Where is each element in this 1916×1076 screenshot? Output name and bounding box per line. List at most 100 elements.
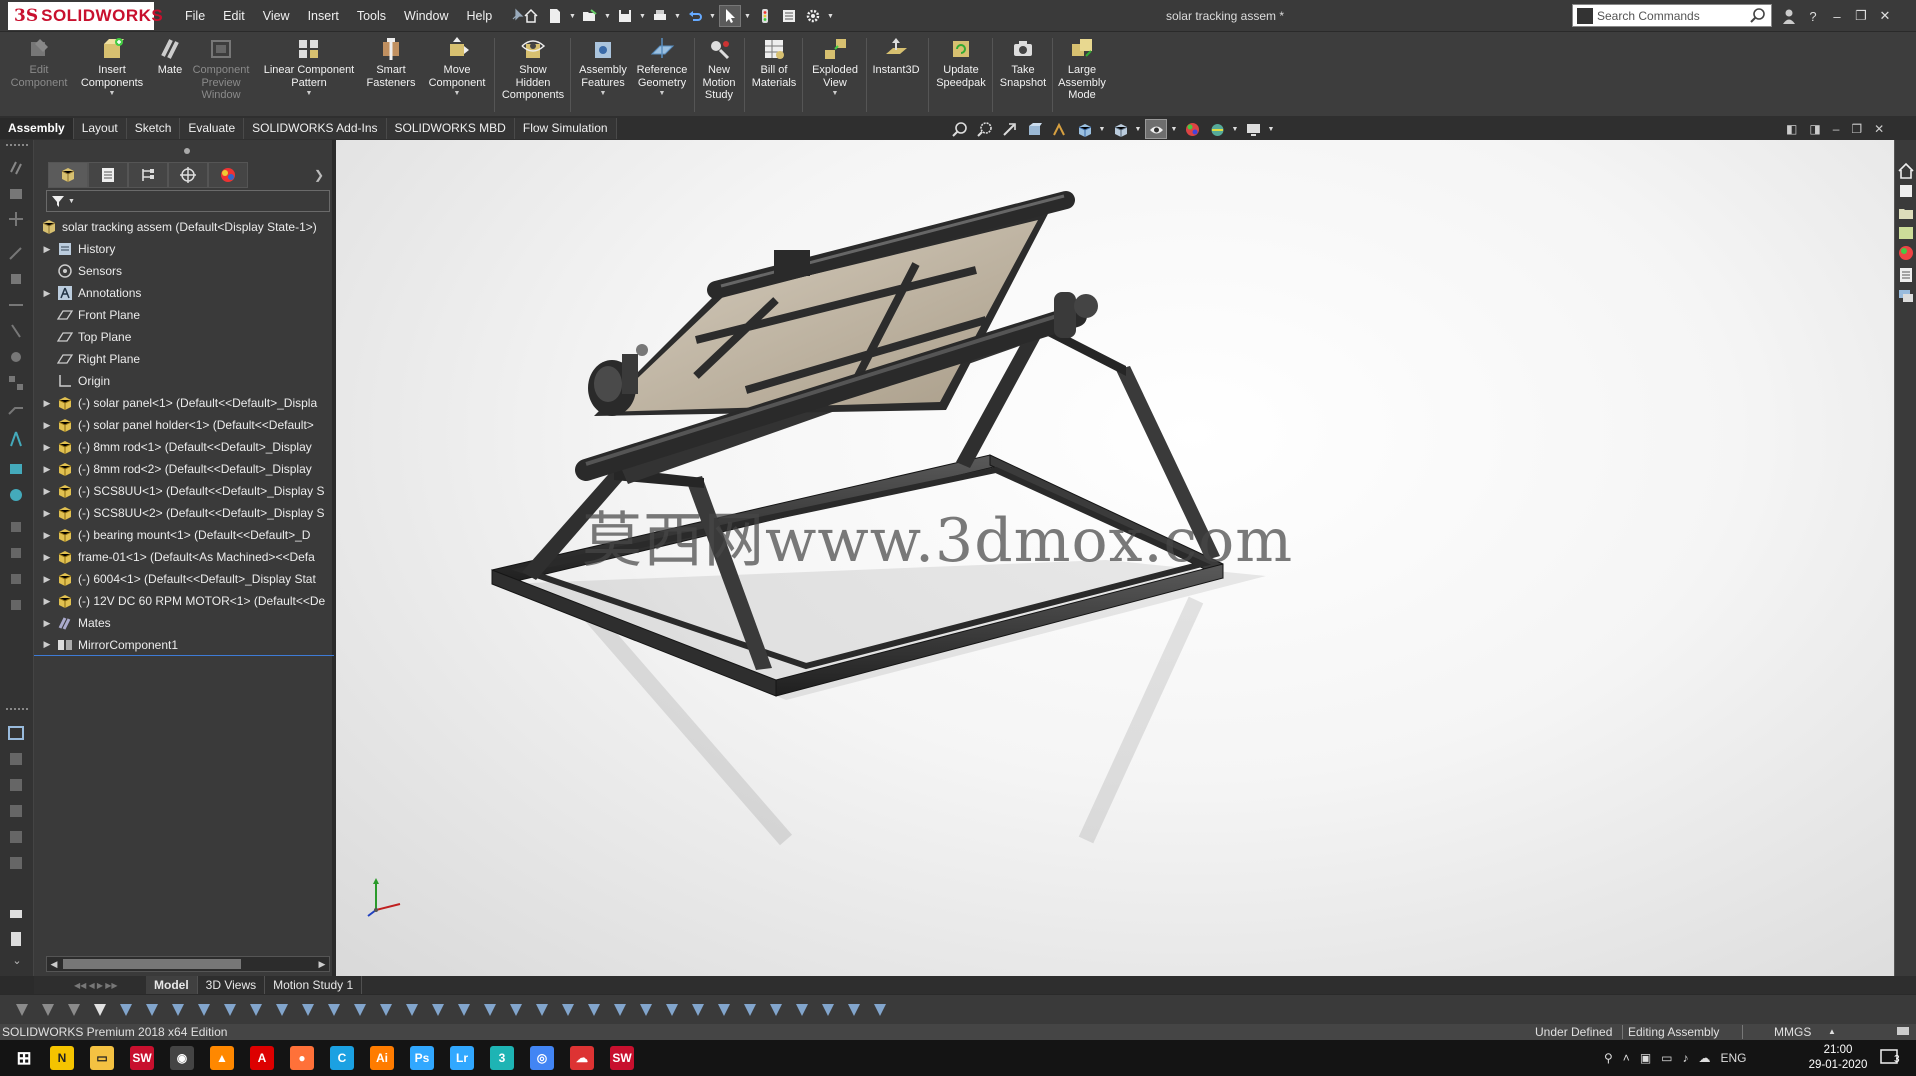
filter-vertices-icon[interactable] <box>142 1000 162 1020</box>
tree-horizontal-scrollbar[interactable]: ◀ ▶ <box>46 956 330 972</box>
expand-arrow-icon[interactable]: ▶ <box>40 552 54 563</box>
units-selector[interactable]: MMGS <box>1774 1024 1811 1040</box>
start-icon[interactable]: ⊞ <box>12 1046 36 1070</box>
expand-arrow-icon[interactable]: ▶ <box>40 508 54 519</box>
traffic-light-icon[interactable] <box>754 5 776 27</box>
action-center-icon[interactable]: 3 <box>1880 1048 1904 1068</box>
tree-item[interactable]: Right Plane <box>34 348 334 370</box>
large-assembly-mode-button[interactable]: Large Assembly Mode <box>1054 36 1110 112</box>
filter-solids-icon[interactable] <box>246 1000 266 1020</box>
tree-filter-box[interactable]: ▼ <box>46 190 330 212</box>
grip-handle[interactable] <box>6 708 28 710</box>
3-app-icon[interactable]: 3 <box>490 1046 514 1070</box>
linear-component-pattern-button[interactable]: Linear Component Pattern ▼ <box>256 36 362 112</box>
new-motion-study-button[interactable]: New Motion Study <box>696 36 742 112</box>
vlc-icon[interactable]: ▲ <box>210 1046 234 1070</box>
select-dropdown-icon[interactable]: ▼ <box>743 5 752 27</box>
configuration-manager-tab-icon[interactable] <box>128 162 168 188</box>
split-view-left-icon[interactable]: ◧ <box>1786 122 1797 136</box>
clock[interactable]: 21:00 29-01-2020 <box>1808 1043 1868 1073</box>
tree-item[interactable]: ▶ (-) 6004<1> (Default<<Default>_Display … <box>34 568 334 590</box>
filter-segments-icon[interactable] <box>376 1000 396 1020</box>
exploded-view-button[interactable]: Exploded View ▼ <box>806 36 864 112</box>
filter-dropdown-icon[interactable]: ▼ <box>68 198 75 205</box>
tree-item[interactable]: ▶ History <box>34 238 334 260</box>
strip-explode-icon[interactable] <box>7 374 27 392</box>
solidworks-2018-icon[interactable]: SW <box>130 1046 154 1070</box>
expand-arrow-icon[interactable]: ▶ <box>40 442 54 453</box>
filter-axes-icon[interactable] <box>272 1000 292 1020</box>
filter-stacked-icon[interactable] <box>636 1000 656 1020</box>
display-manager-tab-icon[interactable] <box>208 162 248 188</box>
view-settings-icon[interactable] <box>1242 119 1264 139</box>
filter-sketch-icon[interactable] <box>324 1000 344 1020</box>
scroll-thumb[interactable] <box>63 959 241 969</box>
save-dropdown-icon[interactable]: ▼ <box>638 5 647 27</box>
filter-surface-finish-icon[interactable] <box>480 1000 500 1020</box>
display-style-dropdown-icon[interactable]: ▼ <box>1134 126 1142 133</box>
filter-routing-icon[interactable] <box>714 1000 734 1020</box>
strip-view-b-icon[interactable] <box>7 750 27 768</box>
filter-planes-icon[interactable] <box>298 1000 318 1020</box>
tab-addins[interactable]: SOLIDWORKS Add-Ins <box>244 118 387 139</box>
move-component-button[interactable]: Move Component ▼ <box>422 36 492 112</box>
expand-arrow-icon[interactable]: ▶ <box>40 596 54 607</box>
mate-button[interactable]: Mate <box>152 36 188 112</box>
edit-component-button[interactable]: Edit Component <box>6 36 72 112</box>
close-icon[interactable]: ✕ <box>1876 7 1894 25</box>
expand-arrow-icon[interactable]: ▶ <box>40 244 54 255</box>
filter-components-icon[interactable] <box>792 1000 812 1020</box>
strip-doc-icon[interactable] <box>7 930 27 948</box>
viewport-restore-icon[interactable]: ❐ <box>1851 122 1862 136</box>
strip-feature-icon[interactable] <box>7 270 27 288</box>
filter-midpoints-icon[interactable] <box>402 1000 422 1020</box>
appearances-icon[interactable] <box>1897 244 1915 262</box>
panel-expand-icon[interactable]: ❯ <box>314 168 324 182</box>
filter-faces-icon[interactable] <box>194 1000 214 1020</box>
view-palette-icon[interactable] <box>1897 224 1915 242</box>
filter-datum-icon[interactable] <box>558 1000 578 1020</box>
scroll-left-icon[interactable]: ◀ <box>47 957 61 971</box>
tree-item[interactable]: solar tracking assem (Default<Display St… <box>34 216 334 238</box>
options-gear-icon[interactable] <box>802 5 824 27</box>
tree-item[interactable]: ▶ (-) SCS8UU<2> (Default<<Default>_Displa… <box>34 502 334 524</box>
strip-view-c-icon[interactable] <box>7 776 27 794</box>
search-commands-box[interactable] <box>1572 4 1772 27</box>
c-app-icon[interactable]: C <box>330 1046 354 1070</box>
linear-pattern-dropdown-icon[interactable]: ▼ <box>306 90 313 97</box>
insert-components-dropdown-icon[interactable]: ▼ <box>109 90 116 97</box>
expand-arrow-icon[interactable]: ▶ <box>40 639 54 650</box>
move-component-dropdown-icon[interactable]: ▼ <box>454 90 461 97</box>
menu-view[interactable]: View <box>254 9 299 23</box>
tree-item[interactable]: ▶ (-) 12V DC 60 RPM MOTOR<1> (Default<<De <box>34 590 334 612</box>
menu-file[interactable]: File <box>176 9 214 23</box>
graphics-area[interactable]: 莫西网www.3dmox.com <box>336 140 1894 976</box>
home-icon[interactable] <box>520 5 542 27</box>
tab-navigation-arrows[interactable]: ◀◀ ◀ ▶ ▶▶ <box>34 976 146 994</box>
restore-icon[interactable]: ❐ <box>1852 7 1870 25</box>
solidworks-2018-active-icon[interactable]: SW <box>610 1046 634 1070</box>
expand-arrow-icon[interactable]: ▶ <box>40 288 54 299</box>
volume-icon[interactable]: ♪ <box>1683 1051 1689 1065</box>
filter-mates-icon[interactable] <box>766 1000 786 1020</box>
forum-icon[interactable] <box>1897 286 1915 304</box>
new-dropdown-icon[interactable]: ▼ <box>568 5 577 27</box>
menu-window[interactable]: Window <box>395 9 457 23</box>
reference-geometry-dropdown-icon[interactable]: ▼ <box>659 90 666 97</box>
filter-centerline-icon[interactable] <box>844 1000 864 1020</box>
tree-item[interactable]: ▶ Annotations <box>34 282 334 304</box>
grip-handle[interactable] <box>6 144 28 146</box>
tab-model[interactable]: Model <box>146 976 198 994</box>
exploded-view-dropdown-icon[interactable]: ▼ <box>832 90 839 97</box>
network-icon[interactable]: ▭ <box>1661 1051 1672 1065</box>
strip-tool-b-icon[interactable] <box>7 544 27 562</box>
scroll-right-icon[interactable]: ▶ <box>315 957 329 971</box>
panel-grip[interactable] <box>184 148 190 154</box>
custom-properties-icon[interactable] <box>1897 266 1915 284</box>
expand-arrow-icon[interactable]: ▶ <box>40 618 54 629</box>
strip-sketch-icon[interactable] <box>7 244 27 262</box>
dimxpert-manager-tab-icon[interactable] <box>168 162 208 188</box>
update-speedpak-button[interactable]: Update Speedpak <box>932 36 990 112</box>
viewport-minimize-icon[interactable]: – <box>1833 122 1840 136</box>
tree-item[interactable]: ▶ MirrorComponent1 <box>34 634 334 656</box>
